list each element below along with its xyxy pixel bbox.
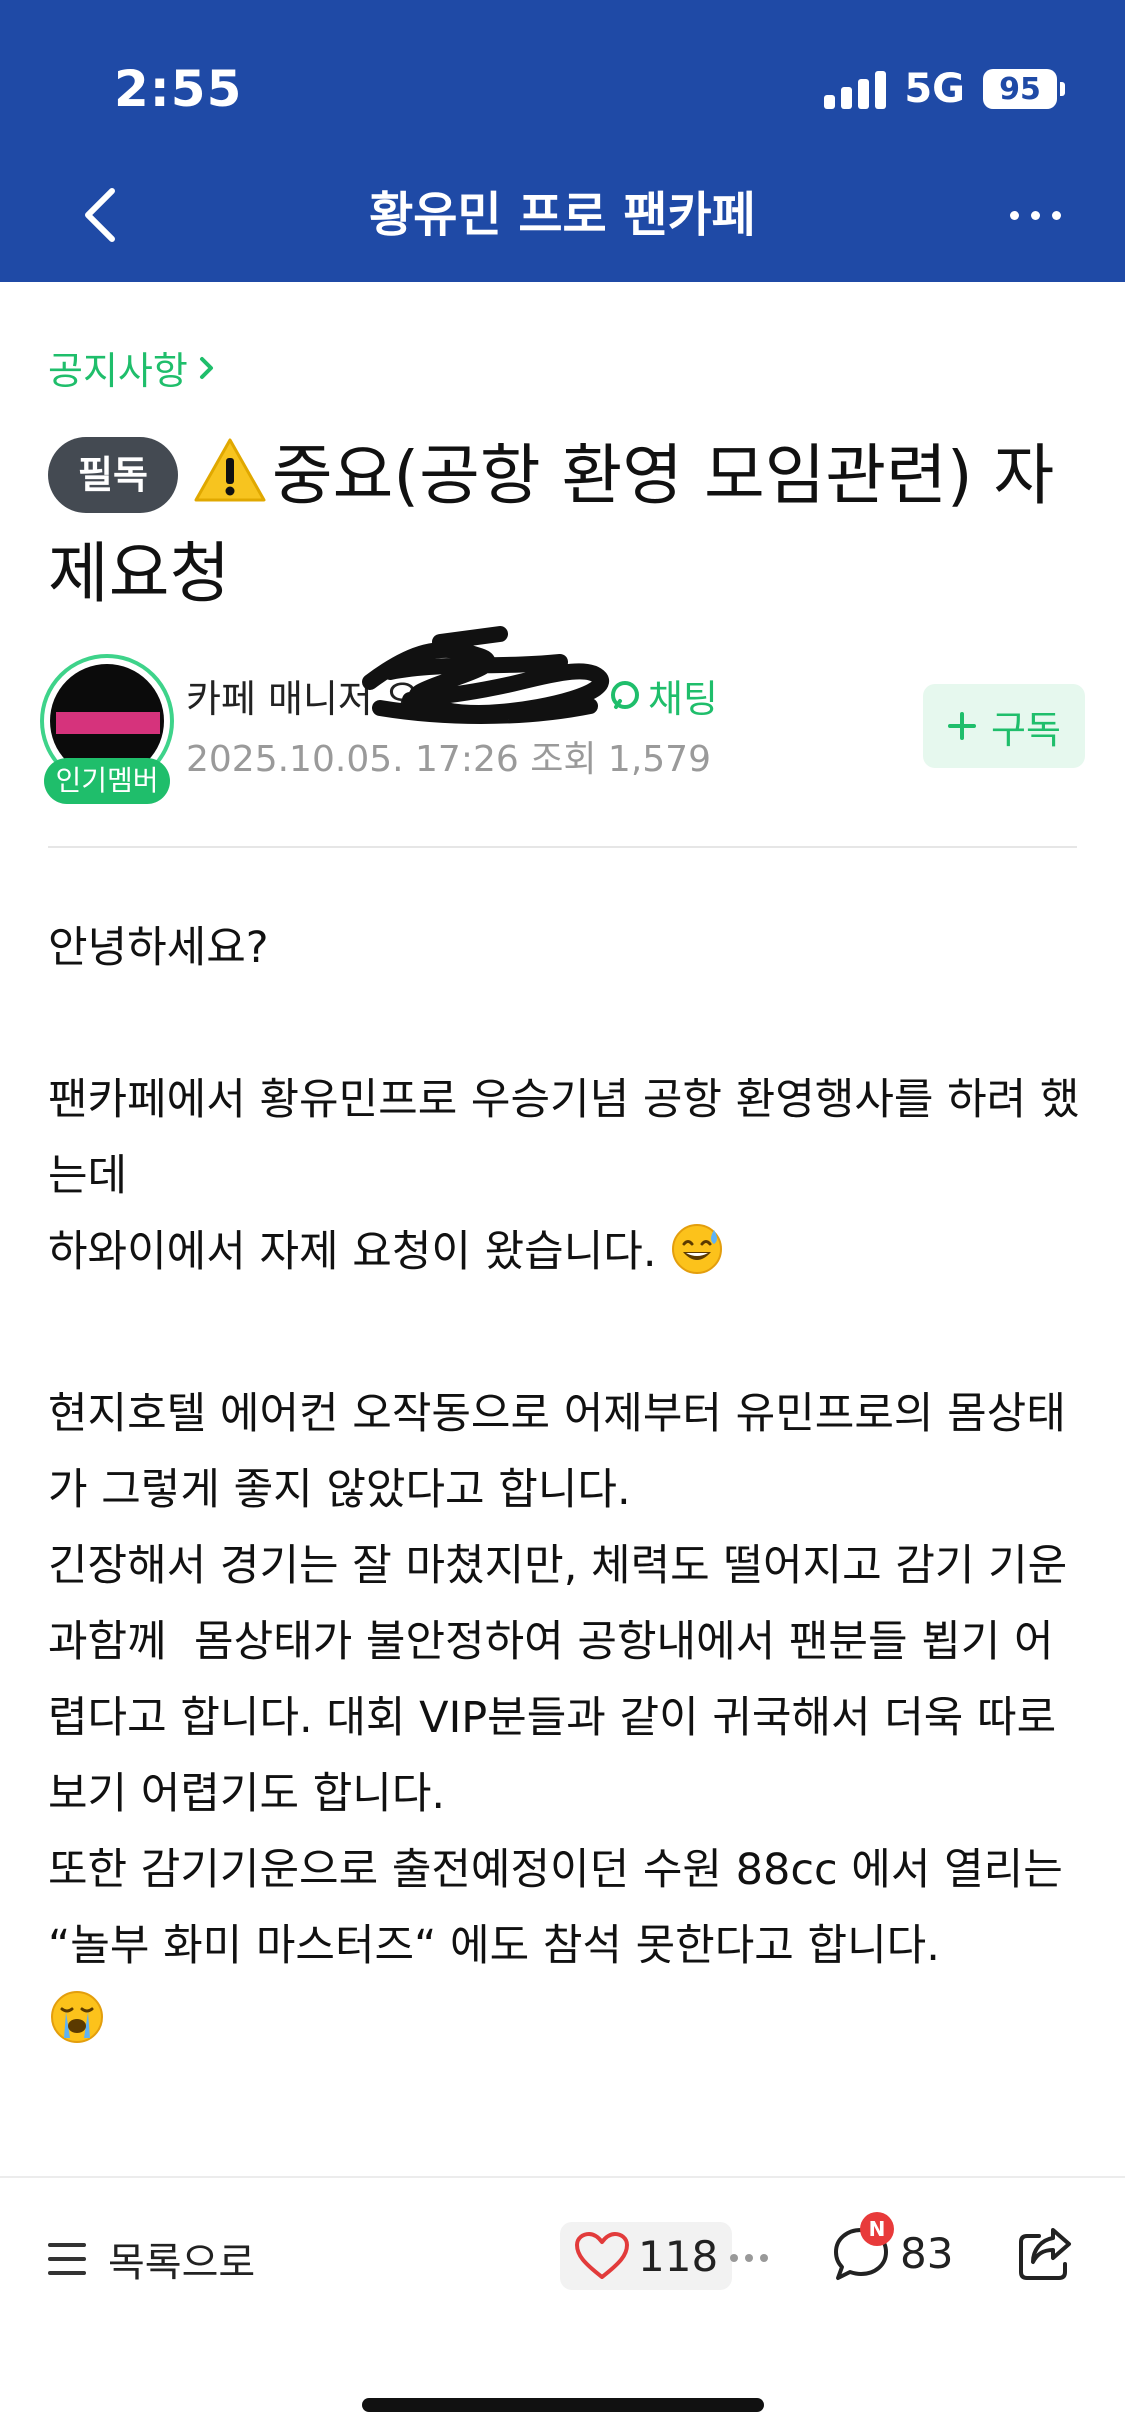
views-count: 1,579 [607,739,711,780]
body-paragraph: 현지호텔 에어컨 오작동으로 어제부터 유민프로의 몸상태가 그렇게 좋지 않았… [48,1389,1066,1515]
more-dots-icon [1009,210,1019,220]
chevron-right-icon [199,356,213,379]
page-title: 황유민 프로 팬카페 [369,187,756,243]
body-paragraph: 하와이에서 자제 요청이 왔습니다. [48,1214,1088,1300]
body-paragraph: ​ [48,2070,1088,2146]
author-block: 인기멤버 카페 매니저 오 채팅 2025.10.05. 17:26 조회 1,… [40,626,1085,810]
article-title: 필독 중요(공항 환영 모임관련) 자제요청 [48,430,1078,620]
subscribe-button[interactable]: 구독 [923,684,1085,768]
ellipsis-icon [730,2254,738,2262]
body-paragraph: 또한 감기기운으로 출전예정이던 수원 88cc 에서 열리는 “놀부 화미 마… [48,1845,1077,1971]
plus-icon [948,712,977,740]
status-indicators: 5G 95 [824,66,1065,112]
comments-button[interactable]: N 83 [830,2212,954,2284]
post-meta: 2025.10.05. 17:26 조회 1,579 [186,730,711,782]
crying-face-emoji-icon [48,1988,106,2070]
back-to-list-button[interactable]: 목록으로 [48,2230,255,2288]
breadcrumb[interactable]: 공지사항 [48,340,216,395]
home-indicator[interactable] [362,2398,764,2412]
subscribe-label: 구독 [991,707,1061,752]
battery-level: 95 [983,69,1057,109]
body-paragraph: 안녕하세요? [48,923,269,973]
network-type: 5G [904,66,965,112]
more-options-button[interactable] [995,180,1075,250]
more-actions-button[interactable] [730,2238,768,2278]
chat-label: 채팅 [648,677,718,721]
top-app-bar: 2:55 5G 95 황유민 프로 팬카페 [0,0,1125,282]
body-paragraph: 긴장해서 경기는 잘 마쳤지만, 체력도 떨어지고 감기 기운과함께 몸상태가 … [48,1541,1070,1819]
redaction-scribble [362,626,610,724]
body-paragraph [48,1984,1088,2070]
share-icon [1019,2228,1071,2280]
must-read-badge: 필독 [48,437,178,513]
chat-icon [611,680,639,709]
share-button[interactable] [1013,2222,1077,2286]
menu-icon [48,2243,86,2275]
chat-link[interactable]: 채팅 [608,668,718,723]
body-paragraph: ​ [48,986,1088,1062]
warning-icon [192,436,268,528]
comment-icon: N [830,2212,894,2284]
comment-count: 83 [900,2228,954,2278]
body-paragraph: 팬카페에서 황유민프로 우승기념 공항 환영행사를 하려 했는데 [48,1075,1080,1201]
like-button[interactable]: 118 [560,2222,733,2290]
member-badge: 인기멤버 [44,758,170,804]
battery-icon: 95 [983,69,1065,109]
like-count: 118 [638,2231,719,2281]
heart-icon [575,2232,629,2279]
list-label: 목록으로 [108,2240,256,2286]
new-badge: N [860,2212,894,2246]
sweat-smile-emoji-icon [670,1222,724,1300]
breadcrumb-label: 공지사항 [48,349,188,393]
status-time: 2:55 [114,60,243,118]
article-body: 안녕하세요? ​ 팬카페에서 황유민프로 우승기념 공항 환영행사를 하려 했는… [48,910,1088,2146]
post-date: 2025.10.05. 17:26 [186,739,519,780]
signal-icon [824,69,887,109]
divider [48,846,1077,848]
body-paragraph: ​ [48,1300,1088,1376]
views-label: 조회 [530,739,597,780]
bottom-action-bar: 목록으로 118 N 83 [0,2176,1125,2436]
